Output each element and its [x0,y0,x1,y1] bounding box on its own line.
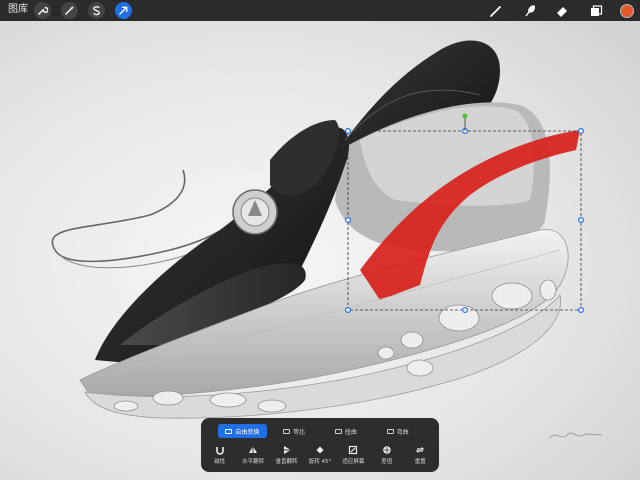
adjustments-button[interactable] [61,2,78,19]
mode-distort[interactable]: 扭曲 [322,424,371,438]
actions-button[interactable] [34,2,51,19]
gallery-button[interactable]: 图库 [8,3,28,17]
eraser-button[interactable] [554,3,569,18]
uniform-icon [283,428,291,434]
rotate-45-button[interactable]: 旋转 45° [305,445,335,469]
action-label: 旋转 45° [308,459,332,465]
top-toolbar: 图库 [0,0,640,21]
transform-actions: 磁性 水平翻转 垂直翻转 旋转 45° 适应屏幕 差值 重置 [203,445,437,469]
shoe-sketch-artwork [51,40,603,439]
layers-icon [590,4,602,16]
mode-label: 弯曲 [396,428,409,436]
fit-screen-icon [349,445,358,455]
flip-vertical-icon [283,446,290,454]
transform-button[interactable] [115,2,132,19]
brush-icon [489,5,501,17]
mode-warp[interactable]: 弯曲 [373,424,422,438]
action-label: 磁性 [214,459,226,465]
layers-button[interactable] [588,3,603,18]
arrow-cursor-icon [119,6,128,15]
magic-wand-icon [65,5,75,15]
magnetics-button[interactable]: 磁性 [205,445,235,469]
distort-icon [334,428,342,434]
transform-panel: 自由变换 等比 扭曲 弯曲 磁性 水平翻转 垂直翻转 旋转 45° 适应屏幕 差… [201,418,439,472]
action-label: 重置 [414,459,426,465]
flip-horizontal-icon [249,447,258,453]
flip-vertical-button[interactable]: 垂直翻转 [272,445,302,469]
action-label: 适应屏幕 [342,459,365,465]
reset-button[interactable]: 重置 [405,445,435,469]
action-label: 垂直翻转 [275,459,298,465]
action-label: 水平翻转 [242,459,265,465]
rotate-icon [316,446,324,454]
fit-to-screen-button[interactable]: 适应屏幕 [338,445,368,469]
mode-uniform[interactable]: 等比 [270,424,319,438]
warp-icon [386,428,394,434]
smudge-button[interactable] [522,3,537,18]
mode-label: 自由变换 [235,428,260,436]
smudge-icon [524,4,535,16]
reset-icon [415,447,425,453]
magnet-icon [215,447,224,455]
interpolation-icon [383,446,391,454]
mode-label: 等比 [293,428,306,436]
selection-button[interactable] [88,2,105,19]
wrench-icon [38,7,48,15]
action-label: 差值 [381,459,393,465]
drawing-canvas[interactable] [0,0,640,480]
selection-s-icon [93,6,100,16]
eraser-icon [556,6,567,17]
mode-label: 扭曲 [344,428,357,436]
transform-modes: 自由变换 等比 扭曲 弯曲 [218,424,422,438]
freeform-icon [225,428,233,434]
interpolation-button[interactable]: 差值 [372,445,402,469]
flip-horizontal-button[interactable]: 水平翻转 [238,445,268,469]
brush-button[interactable] [488,3,503,18]
color-picker-button[interactable] [620,4,634,18]
mode-freeform[interactable]: 自由变换 [218,424,267,438]
